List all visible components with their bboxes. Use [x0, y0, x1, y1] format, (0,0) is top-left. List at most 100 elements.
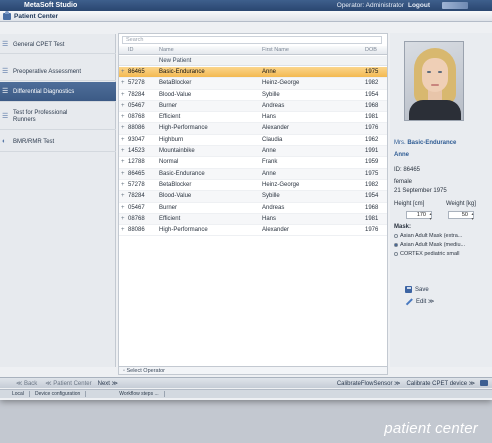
- table-row[interactable]: +57278 BetaBlocker Heinz-George 1982: [119, 180, 387, 192]
- new-patient-label: New Patient: [159, 58, 192, 64]
- column-header-dob[interactable]: DOB: [365, 47, 377, 53]
- cell-name: Mountainbike: [159, 148, 195, 155]
- row-marker: +: [121, 193, 125, 200]
- patient-sex: female: [394, 179, 413, 185]
- cell-id: 78284: [128, 91, 145, 98]
- column-header-id[interactable]: ID: [128, 47, 134, 53]
- cell-dob: 1959: [365, 159, 379, 166]
- mask-option-label: CORTEX pediatric small: [400, 251, 460, 257]
- calibrate-cpet-device-button[interactable]: Calibrate CPET device ≫: [406, 380, 475, 387]
- cell-dob: 1975: [365, 170, 379, 177]
- height-label: Height [cm]: [394, 201, 425, 207]
- table-row[interactable]: +08768 Efficient Hans 1981: [119, 213, 387, 226]
- patient-center-button[interactable]: ≪ Patient Center: [45, 380, 91, 387]
- sidebar-item-professional-runners[interactable]: ☰ Test for Professional Runners: [0, 104, 116, 130]
- cell-first-name: Heinz-George: [262, 181, 300, 188]
- next-button[interactable]: Next ≫: [98, 380, 118, 387]
- cell-first-name: Anne: [262, 69, 277, 75]
- sidebar-item-differential-diagnostics[interactable]: ☰ Differential Diagnostics: [0, 82, 116, 102]
- mask-option[interactable]: Asian Adult Mask (mediu...: [394, 242, 465, 248]
- row-marker: +: [121, 102, 125, 109]
- weight-stepper[interactable]: 50: [448, 211, 474, 221]
- cell-dob: 1991: [365, 148, 379, 155]
- table-row[interactable]: +08768 Efficient Hans 1981: [119, 112, 387, 124]
- cell-dob: 1954: [365, 193, 379, 200]
- table-row[interactable]: +78284 Blood-Value Sybille 1954: [119, 191, 387, 203]
- cell-name: Efficient: [159, 215, 181, 222]
- row-marker: +: [121, 114, 125, 121]
- sidebar-item-label: Differential Diagnostics: [13, 88, 75, 95]
- cell-name: BetaBlocker: [159, 80, 192, 87]
- table-row[interactable]: +88086 High-Performance Alexander 1976: [119, 123, 387, 135]
- flag-icon[interactable]: [442, 2, 468, 9]
- cell-dob: 1954: [365, 91, 379, 98]
- cell-dob: 1962: [365, 136, 379, 143]
- cell-dob: 1981: [365, 215, 379, 222]
- sidebar-item-general-cpet[interactable]: ☰ General CPET Test: [0, 36, 116, 54]
- cell-first-name: Anne: [262, 148, 277, 155]
- mask-option[interactable]: CORTEX pediatric small: [394, 251, 460, 257]
- cell-id: 05467: [128, 102, 145, 109]
- cell-first-name: Sybille: [262, 91, 280, 98]
- status-device-configuration[interactable]: Device configuration: [30, 391, 87, 397]
- status-workflow-steps[interactable]: Workflow steps ...: [114, 391, 165, 397]
- cell-dob: 1981: [365, 114, 379, 121]
- cell-first-name: Andreas: [262, 102, 285, 109]
- row-marker: +: [121, 80, 125, 87]
- column-header-first-name[interactable]: First Name: [262, 47, 289, 53]
- column-header-name[interactable]: Name: [159, 47, 174, 53]
- cell-name: Highburn: [159, 136, 184, 143]
- mask-option[interactable]: Asian Adult Mask (extra...: [394, 233, 462, 239]
- row-marker: +: [121, 91, 125, 98]
- patient-table: Search ID Name First Name DOB New Patien…: [118, 33, 388, 367]
- navigation-bar: ≪ Back ≪ Patient Center Next ≫ Calibrate…: [0, 377, 492, 388]
- table-header: ID Name First Name DOB: [119, 46, 387, 55]
- cell-first-name: Sybille: [262, 193, 280, 200]
- cell-dob: 1976: [365, 227, 379, 234]
- device-icon[interactable]: [480, 380, 488, 386]
- cell-name: Efficient: [159, 114, 181, 121]
- patient-last-name: Basic-Endurance: [407, 140, 457, 146]
- table-row[interactable]: +05467 Burner Andreas 1968: [119, 100, 387, 113]
- table-row[interactable]: +14523 Mountainbike Anne 1991: [119, 146, 387, 158]
- run-icon: ☰: [2, 40, 9, 48]
- save-button[interactable]: Save: [405, 286, 429, 293]
- table-row[interactable]: +86465 Basic-Endurance Anne 1975: [119, 67, 387, 79]
- sidebar-item-label: Test for Professional Runners: [13, 109, 68, 123]
- search-input[interactable]: Search: [122, 36, 382, 44]
- back-button[interactable]: ≪ Back: [16, 380, 37, 387]
- cell-dob: 1982: [365, 181, 379, 188]
- section-header: Patient Center: [0, 10, 492, 22]
- patients-icon: [3, 10, 11, 20]
- cell-first-name: Alexander: [262, 125, 290, 132]
- sidebar-item-preoperative[interactable]: ☰ Preoperative Assessment: [0, 63, 116, 81]
- logout-button[interactable]: Logout: [408, 2, 430, 9]
- edit-button[interactable]: Edit ≫: [405, 297, 435, 306]
- sidebar-item-label: BMR/RMR Test: [13, 138, 55, 145]
- height-stepper[interactable]: 170: [406, 211, 432, 221]
- edit-label: Edit ≫: [416, 299, 435, 305]
- patient-photo: [404, 41, 464, 121]
- mask-option-label: Asian Adult Mask (mediu...: [400, 242, 466, 248]
- calibrate-flow-sensor-button[interactable]: CalibrateFlowSensor ≫: [337, 380, 401, 387]
- status-bar: Local Device configuration Workflow step…: [0, 389, 492, 398]
- cell-name: Blood-Value: [159, 193, 192, 200]
- sidebar-item-bmr-rmr[interactable]: ◐ BMR/RMR Test: [0, 132, 116, 152]
- select-operator[interactable]: ◦ Select Operator: [118, 366, 388, 375]
- row-marker: +: [121, 227, 125, 234]
- row-marker: +: [121, 125, 125, 132]
- table-row[interactable]: +78284 Blood-Value Sybille 1954: [119, 90, 387, 101]
- table-row[interactable]: +86465 Basic-Endurance Anne 1975: [119, 168, 387, 180]
- table-row[interactable]: +12788 Normal Frank 1959: [119, 157, 387, 169]
- table-row[interactable]: +88086 High-Performance Alexander 1976: [119, 225, 387, 237]
- operator-label: Operator: Administrator: [336, 2, 404, 9]
- cell-dob: 1968: [365, 204, 379, 211]
- table-row[interactable]: +05467 Burner Andreas 1968: [119, 203, 387, 214]
- cell-name: Burner: [159, 102, 178, 109]
- table-row[interactable]: +93047 Highburn Claudia 1962: [119, 135, 387, 147]
- patient-id: ID: 86465: [394, 167, 421, 173]
- cell-id: 14523: [128, 148, 145, 155]
- save-label: Save: [415, 286, 429, 293]
- new-patient-row[interactable]: New Patient: [119, 56, 387, 66]
- table-row[interactable]: +57278 BetaBlocker Heinz-George 1982: [119, 78, 387, 90]
